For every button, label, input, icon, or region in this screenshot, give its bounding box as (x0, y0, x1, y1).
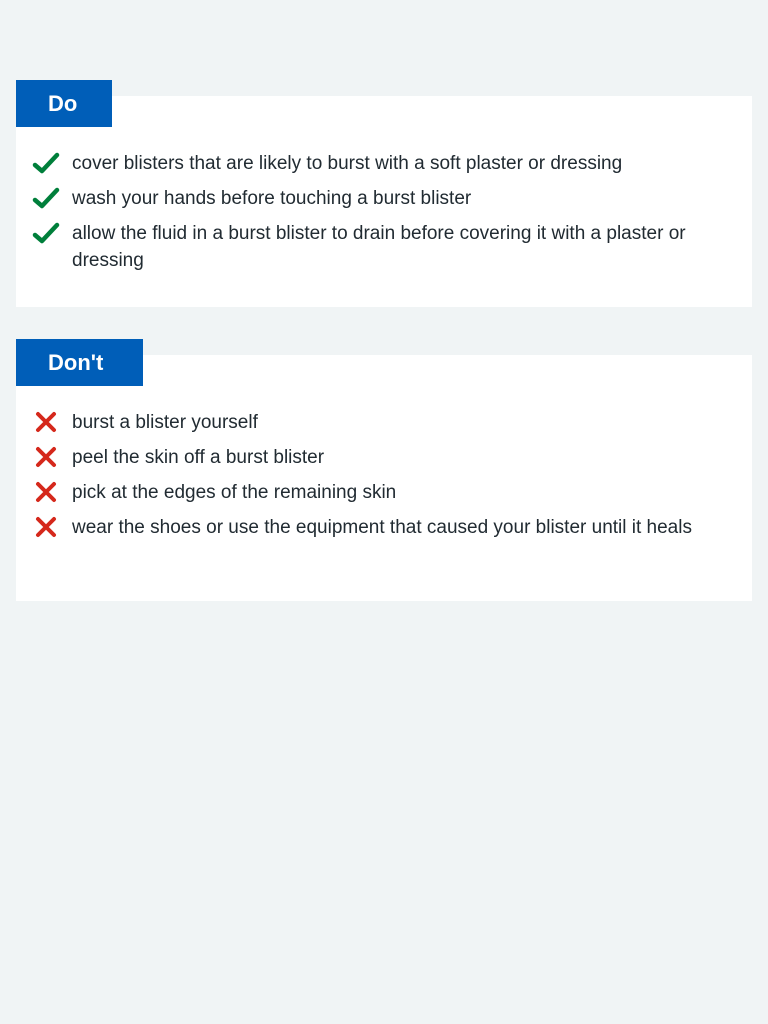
do-item-text: cover blisters that are likely to burst … (72, 153, 623, 174)
do-list: cover blisters that are likely to burst … (32, 150, 712, 282)
cross-icon (36, 517, 56, 537)
do-item-text: allow the fluid in a burst blister to dr… (72, 223, 686, 271)
list-item: wear the shoes or use the equipment that… (32, 514, 712, 541)
list-item: peel the skin off a burst blister (32, 444, 712, 471)
dont-list: burst a blister yourself peel the skin o… (32, 409, 712, 549)
list-item: burst a blister yourself (32, 409, 712, 436)
do-item-text: wash your hands before touching a burst … (72, 188, 472, 209)
list-item: wash your hands before touching a burst … (32, 185, 712, 212)
dont-heading: Don't (16, 339, 143, 386)
cross-icon (36, 482, 56, 502)
cross-icon (36, 412, 56, 432)
tick-icon (32, 222, 60, 244)
dont-item-text: pick at the edges of the remaining skin (72, 482, 397, 503)
dont-item-text: burst a blister yourself (72, 412, 258, 433)
dont-item-text: wear the shoes or use the equipment that… (72, 517, 692, 538)
list-item: cover blisters that are likely to burst … (32, 150, 712, 177)
list-item: allow the fluid in a burst blister to dr… (32, 220, 712, 274)
do-heading: Do (16, 80, 112, 127)
list-item: pick at the edges of the remaining skin (32, 479, 712, 506)
cross-icon (36, 447, 56, 467)
tick-icon (32, 187, 60, 209)
tick-icon (32, 152, 60, 174)
dont-item-text: peel the skin off a burst blister (72, 447, 325, 468)
